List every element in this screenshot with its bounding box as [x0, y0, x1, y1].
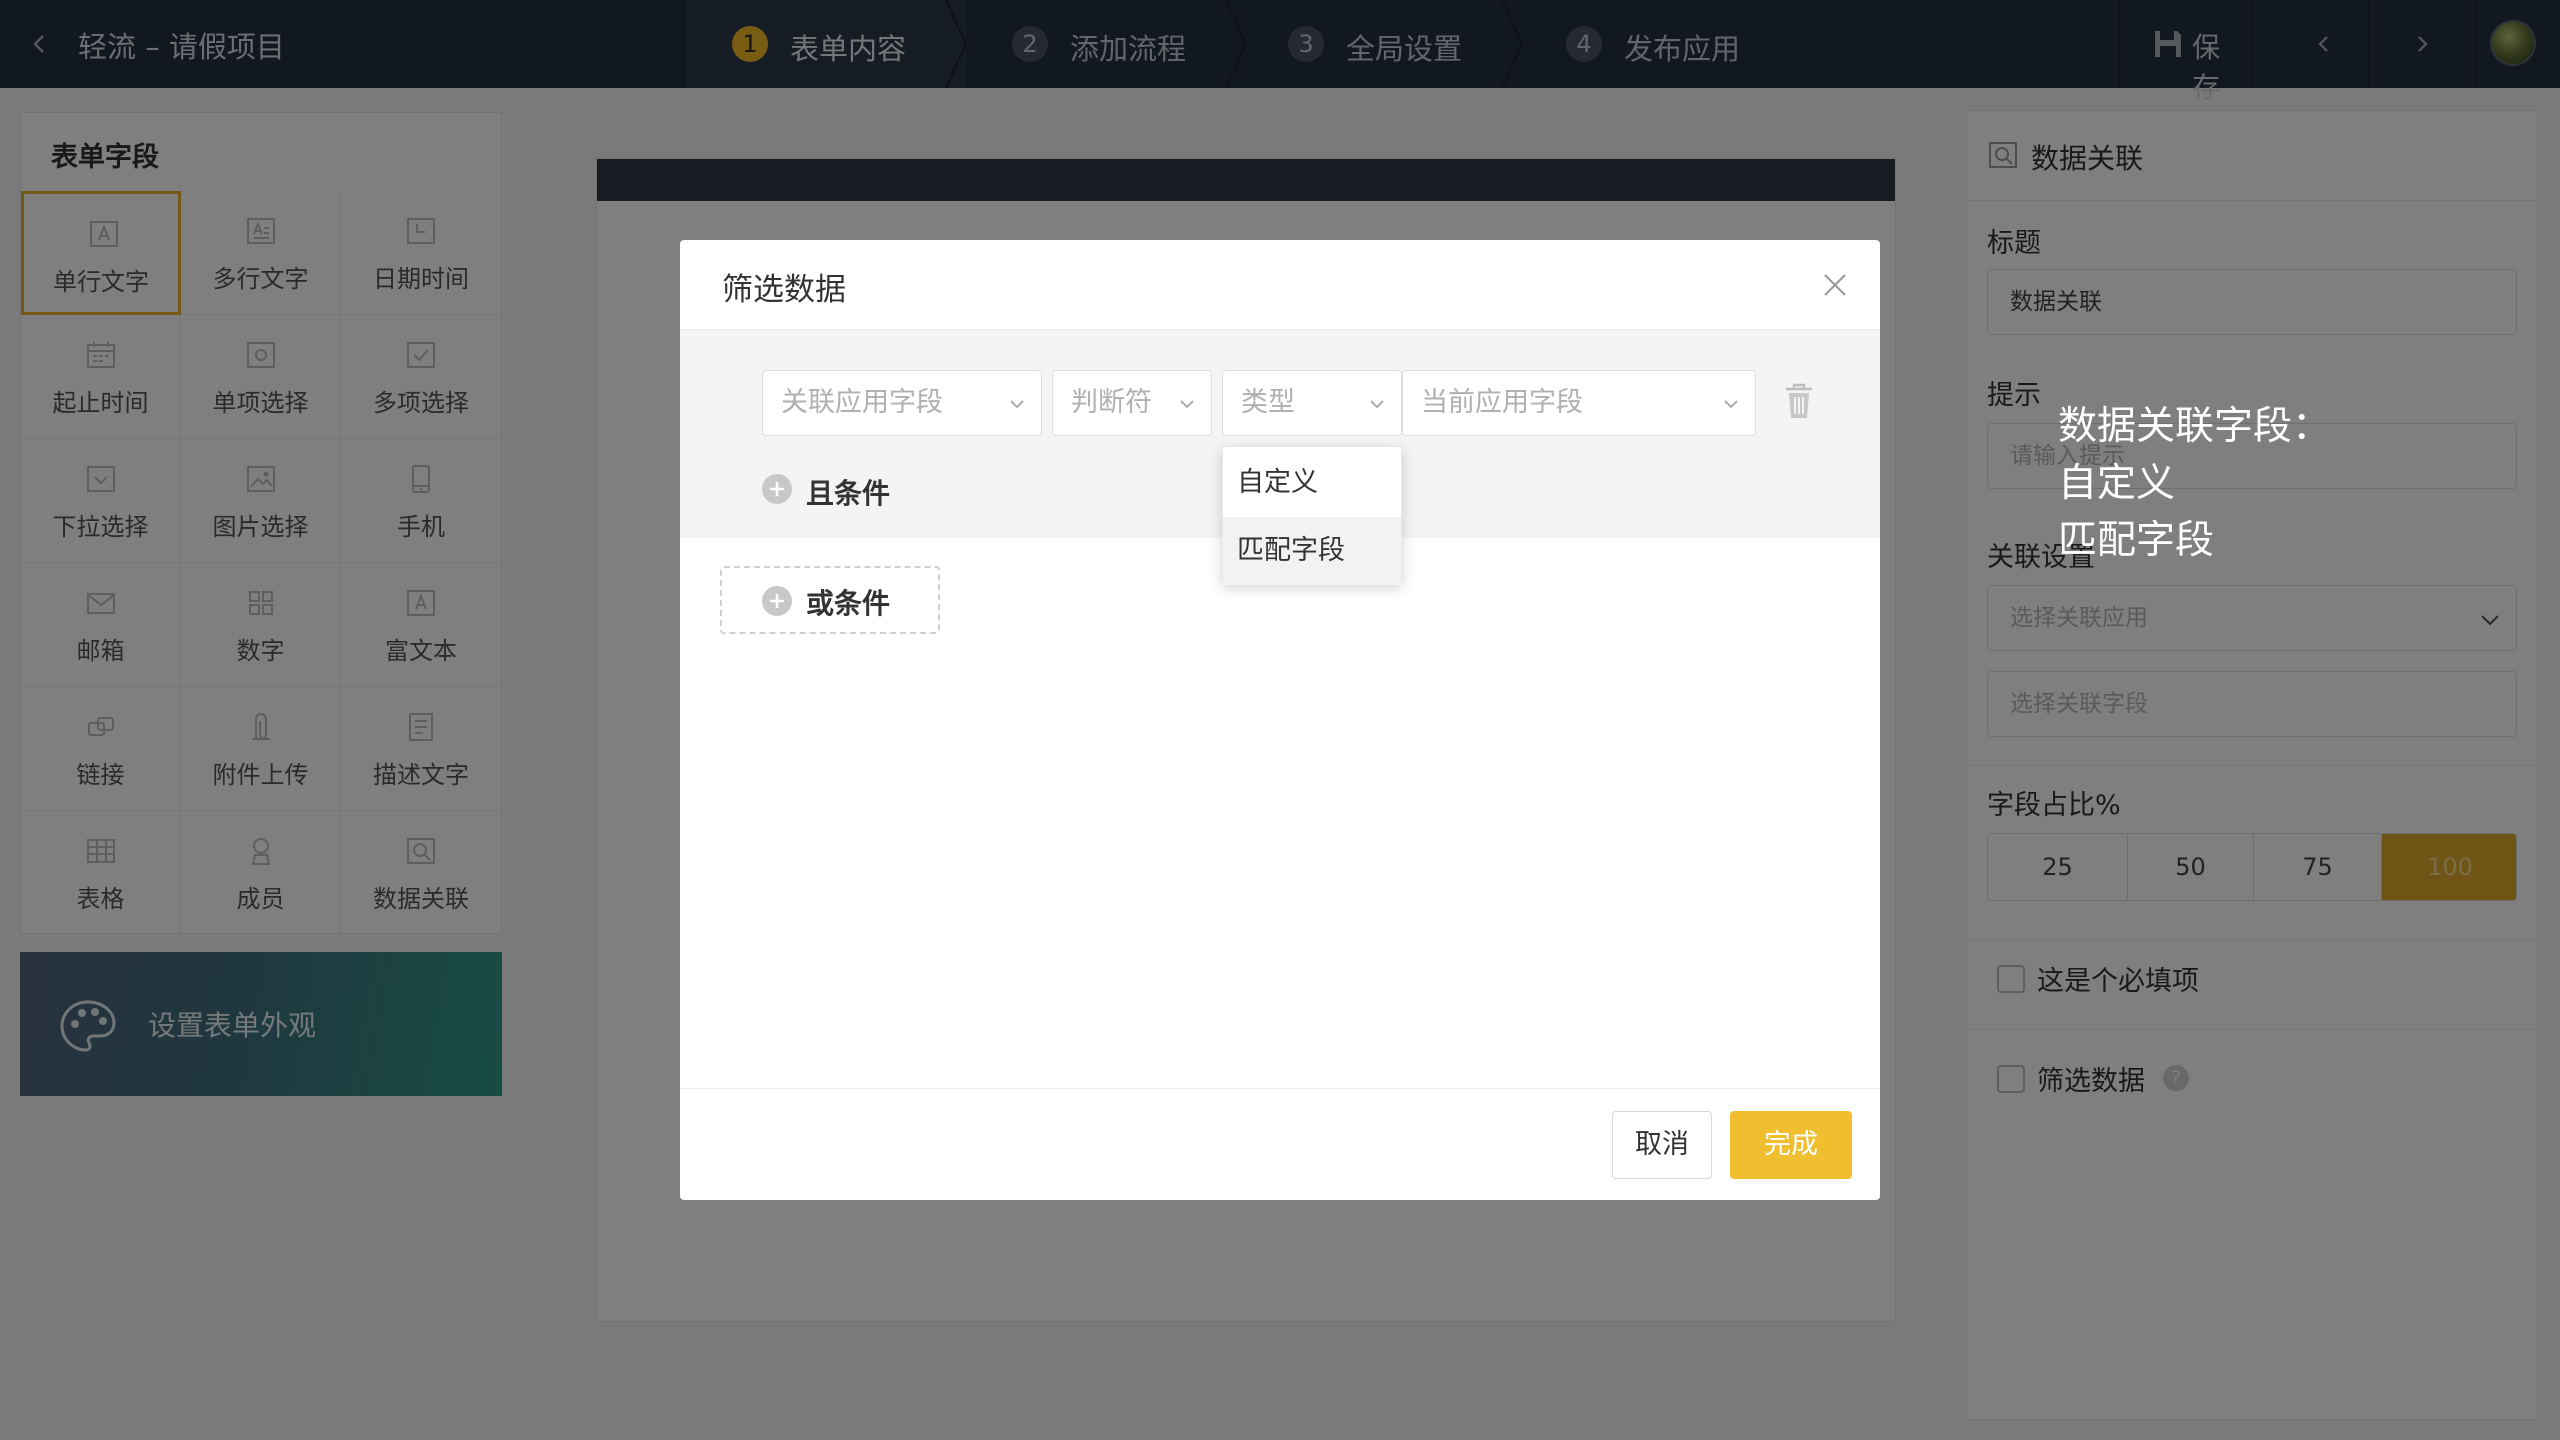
type-dropdown-menu: 自定义 匹配字段 — [1222, 446, 1402, 585]
operator-select[interactable]: 判断符 — [1052, 370, 1212, 436]
current-field-select[interactable]: 当前应用字段 — [1402, 370, 1756, 436]
filter-data-dialog: 筛选数据 关联应用字段 判断符 类型 当前应用字段 且条件 自定义 匹配字段 或… — [680, 240, 1880, 1200]
current-field-placeholder: 当前应用字段 — [1421, 387, 1583, 418]
linked-field-placeholder: 关联应用字段 — [781, 387, 943, 418]
add-or-condition-button[interactable]: 或条件 — [720, 566, 940, 634]
dialog-footer-divider — [680, 1088, 1880, 1089]
close-icon[interactable] — [1820, 270, 1850, 300]
cancel-button[interactable]: 取消 — [1612, 1111, 1712, 1179]
linked-field-select[interactable]: 关联应用字段 — [762, 370, 1042, 436]
trash-icon[interactable] — [1782, 382, 1816, 420]
annotation-note: 数据关联字段： 自定义 匹配字段 — [2058, 398, 2331, 569]
chevron-down-icon — [1010, 400, 1024, 409]
annotation-line: 数据关联字段： — [2058, 404, 2332, 449]
type-select[interactable]: 类型 — [1222, 370, 1402, 436]
add-or-condition-label: 或条件 — [806, 587, 891, 620]
chevron-down-icon — [1370, 400, 1384, 409]
plus-circle-icon — [762, 586, 792, 616]
dialog-header: 筛选数据 — [680, 240, 1880, 330]
operator-placeholder: 判断符 — [1071, 387, 1152, 418]
annotation-line: 匹配字段 — [2058, 518, 2215, 563]
done-button[interactable]: 完成 — [1730, 1111, 1852, 1179]
type-option-custom[interactable]: 自定义 — [1223, 449, 1401, 517]
type-option-match-field[interactable]: 匹配字段 — [1223, 517, 1401, 585]
chevron-down-icon — [1180, 400, 1194, 409]
annotation-line: 自定义 — [2058, 461, 2176, 506]
dialog-title: 筛选数据 — [722, 272, 846, 308]
chevron-down-icon — [1724, 400, 1738, 409]
type-placeholder: 类型 — [1241, 387, 1295, 418]
plus-circle-icon — [762, 474, 792, 504]
add-and-condition-label: 且条件 — [806, 477, 891, 510]
